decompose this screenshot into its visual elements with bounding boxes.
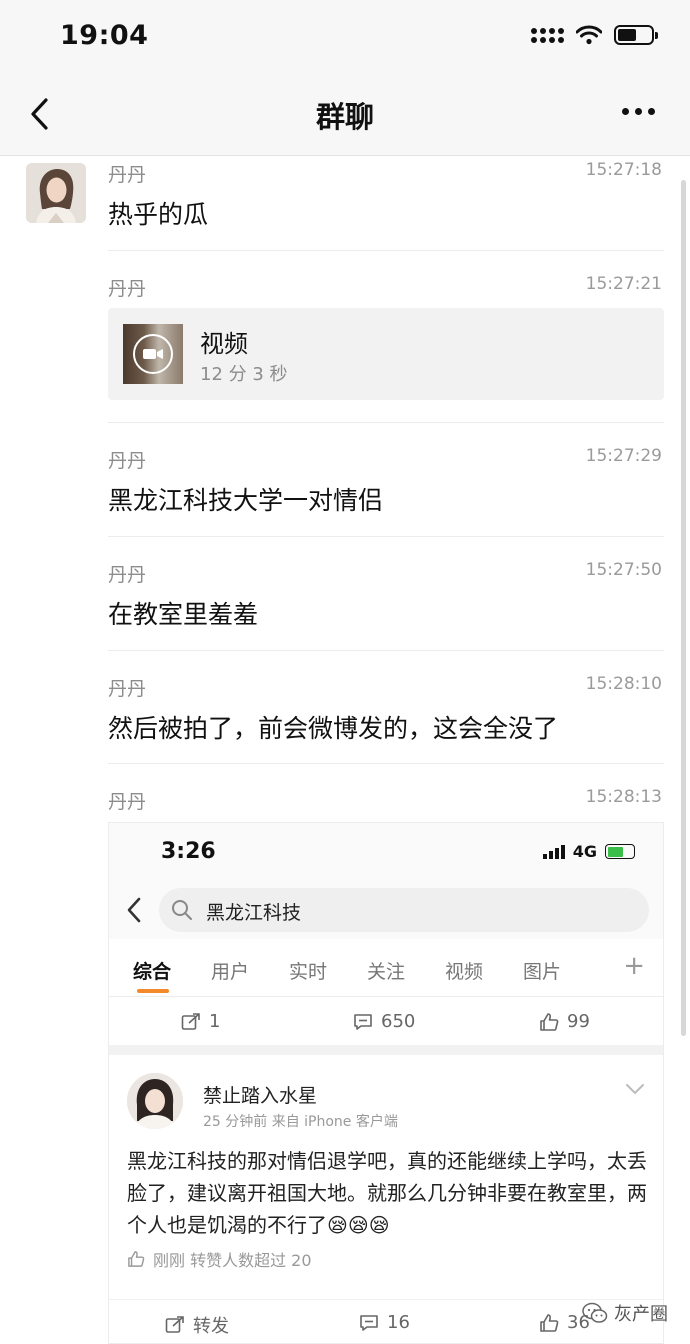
thumbs-up-icon — [128, 1251, 145, 1267]
video-duration: 12 分 3 秒 — [200, 364, 288, 385]
more-options-icon[interactable] — [622, 96, 662, 126]
active-tab-indicator — [137, 989, 169, 993]
watermark: 灰产圈 — [582, 1300, 668, 1326]
repost-count-value: 1 — [209, 1011, 221, 1032]
watermark-text: 灰产圈 — [614, 1304, 668, 1325]
comment-action: 16 — [359, 1312, 410, 1333]
repost-icon — [181, 1012, 200, 1030]
status-bar: 19:04 — [0, 0, 690, 74]
nav-bar: 群聊 — [0, 74, 690, 156]
cellular-signal-icon — [542, 844, 565, 859]
signal-icon — [531, 27, 564, 43]
divider — [108, 250, 664, 251]
post-author-name: 禁止踏入水星 — [203, 1085, 318, 1107]
comment-icon — [354, 1013, 372, 1030]
video-title: 视频 — [200, 330, 248, 358]
divider — [108, 650, 664, 651]
message-time: 15:27:29 — [585, 446, 662, 466]
message-time: 15:27:21 — [585, 274, 662, 294]
sender-name: 丹丹 — [108, 164, 147, 186]
sender-avatar[interactable] — [26, 163, 86, 223]
comment-icon — [360, 1314, 378, 1331]
comment-count-value: 16 — [387, 1312, 410, 1333]
tab-realtime: 实时 — [289, 961, 328, 983]
screenshot-status-bar: 3:26 4G — [109, 823, 663, 879]
battery-charging-icon — [605, 844, 635, 859]
message-text: 黑龙江科技大学一对情侣 — [108, 486, 384, 515]
message[interactable]: 丹丹 15:27:29 黑龙江科技大学一对情侣 — [108, 446, 664, 517]
message[interactable]: 丹丹 15:27:18 热乎的瓜 — [108, 160, 664, 231]
screenshot-time: 3:26 — [161, 839, 216, 864]
plus-icon: + — [623, 951, 645, 981]
post-like-summary-text: 刚刚 转赞人数超过 20 — [153, 1251, 312, 1270]
message-time: 15:27:50 — [585, 560, 662, 580]
message-time: 15:27:18 — [585, 160, 662, 180]
comment-count: 650 — [353, 1011, 415, 1032]
repost-count: 1 — [181, 1011, 220, 1032]
search-query: 黑龙江科技 — [206, 902, 302, 924]
post-like-summary: 刚刚 转赞人数超过 20 — [127, 1247, 312, 1271]
tab-comprehensive: 综合 — [133, 961, 172, 983]
message[interactable]: 丹丹 15:27:50 在教室里羞羞 — [108, 560, 664, 631]
post-body: 黑龙江科技的那对情侣退学吧，真的还能继续上学吗，太丢脸了，建议离开祖国大地。就那… — [127, 1149, 647, 1237]
screenshot-search-row: 黑龙江科技 — [109, 879, 663, 939]
repost-icon — [165, 1316, 184, 1333]
status-icons — [531, 25, 658, 45]
wifi-icon — [576, 25, 602, 45]
screenshot-status-icons: 4G — [542, 842, 635, 861]
sender-name: 丹丹 — [108, 678, 147, 700]
like-count: 99 — [539, 1011, 590, 1032]
sender-name: 丹丹 — [108, 450, 147, 472]
message-time: 15:28:10 — [585, 674, 662, 694]
message[interactable]: 丹丹 15:28:10 然后被拍了，前会微博发的，这会全没了 — [108, 674, 664, 745]
network-type: 4G — [572, 842, 597, 861]
screenshot-tabs: 综合 用户 实时 关注 视频 图片 + — [109, 941, 663, 997]
comment-count-value: 650 — [381, 1011, 416, 1032]
repost-action: 转发 — [165, 1312, 229, 1338]
message[interactable]: 丹丹 15:28:13 — [108, 787, 664, 814]
search-icon — [172, 900, 192, 920]
tab-users: 用户 — [211, 961, 250, 983]
chevron-down-icon — [626, 1084, 644, 1095]
video-camera-icon — [133, 334, 173, 374]
thumbs-up-icon — [540, 1012, 559, 1031]
sender-name: 丹丹 — [108, 564, 147, 586]
message-time: 15:28:13 — [585, 787, 662, 807]
message[interactable]: 丹丹 15:27:21 — [108, 274, 664, 301]
status-time: 19:04 — [60, 20, 149, 51]
message-text: 然后被拍了，前会微博发的，这会全没了 — [108, 714, 559, 743]
sender-name: 丹丹 — [108, 278, 147, 300]
post-meta: 25 分钟前 来自 iPhone 客户端 — [203, 1114, 398, 1130]
search-bar: 黑龙江科技 — [159, 888, 649, 932]
divider — [108, 422, 664, 423]
post-actions: 转发 16 36 — [109, 1299, 663, 1343]
video-thumbnail — [123, 324, 183, 384]
battery-icon — [614, 25, 658, 45]
scrollbar[interactable] — [681, 180, 686, 1036]
video-card[interactable]: 视频 12 分 3 秒 — [108, 308, 664, 400]
tab-following: 关注 — [367, 961, 406, 983]
feed-separator — [109, 1045, 663, 1055]
tab-videos: 视频 — [445, 961, 484, 983]
divider — [108, 763, 664, 764]
message-text: 热乎的瓜 — [108, 200, 209, 229]
divider — [108, 536, 664, 537]
wechat-logo-icon — [582, 1302, 608, 1323]
sender-name: 丹丹 — [108, 791, 147, 813]
like-count-value: 99 — [567, 1011, 590, 1032]
weibo-post: 禁止踏入水星 25 分钟前 来自 iPhone 客户端 黑龙江科技的那对情侣退学… — [109, 1055, 663, 1343]
tab-images: 图片 — [523, 961, 562, 983]
previous-post-actions: 1 650 99 — [109, 999, 663, 1043]
post-author-avatar — [127, 1073, 183, 1129]
back-arrow-icon — [127, 897, 141, 923]
repost-label: 转发 — [193, 1316, 229, 1337]
message-text: 在教室里羞羞 — [108, 600, 259, 629]
thumbs-up-icon — [540, 1313, 559, 1332]
screenshot-image[interactable]: 3:26 4G 黑龙江科技 综合 用户 实时 关注 视频 图片 + 1 650 … — [108, 822, 664, 1344]
chat-title: 群聊 — [315, 100, 374, 134]
